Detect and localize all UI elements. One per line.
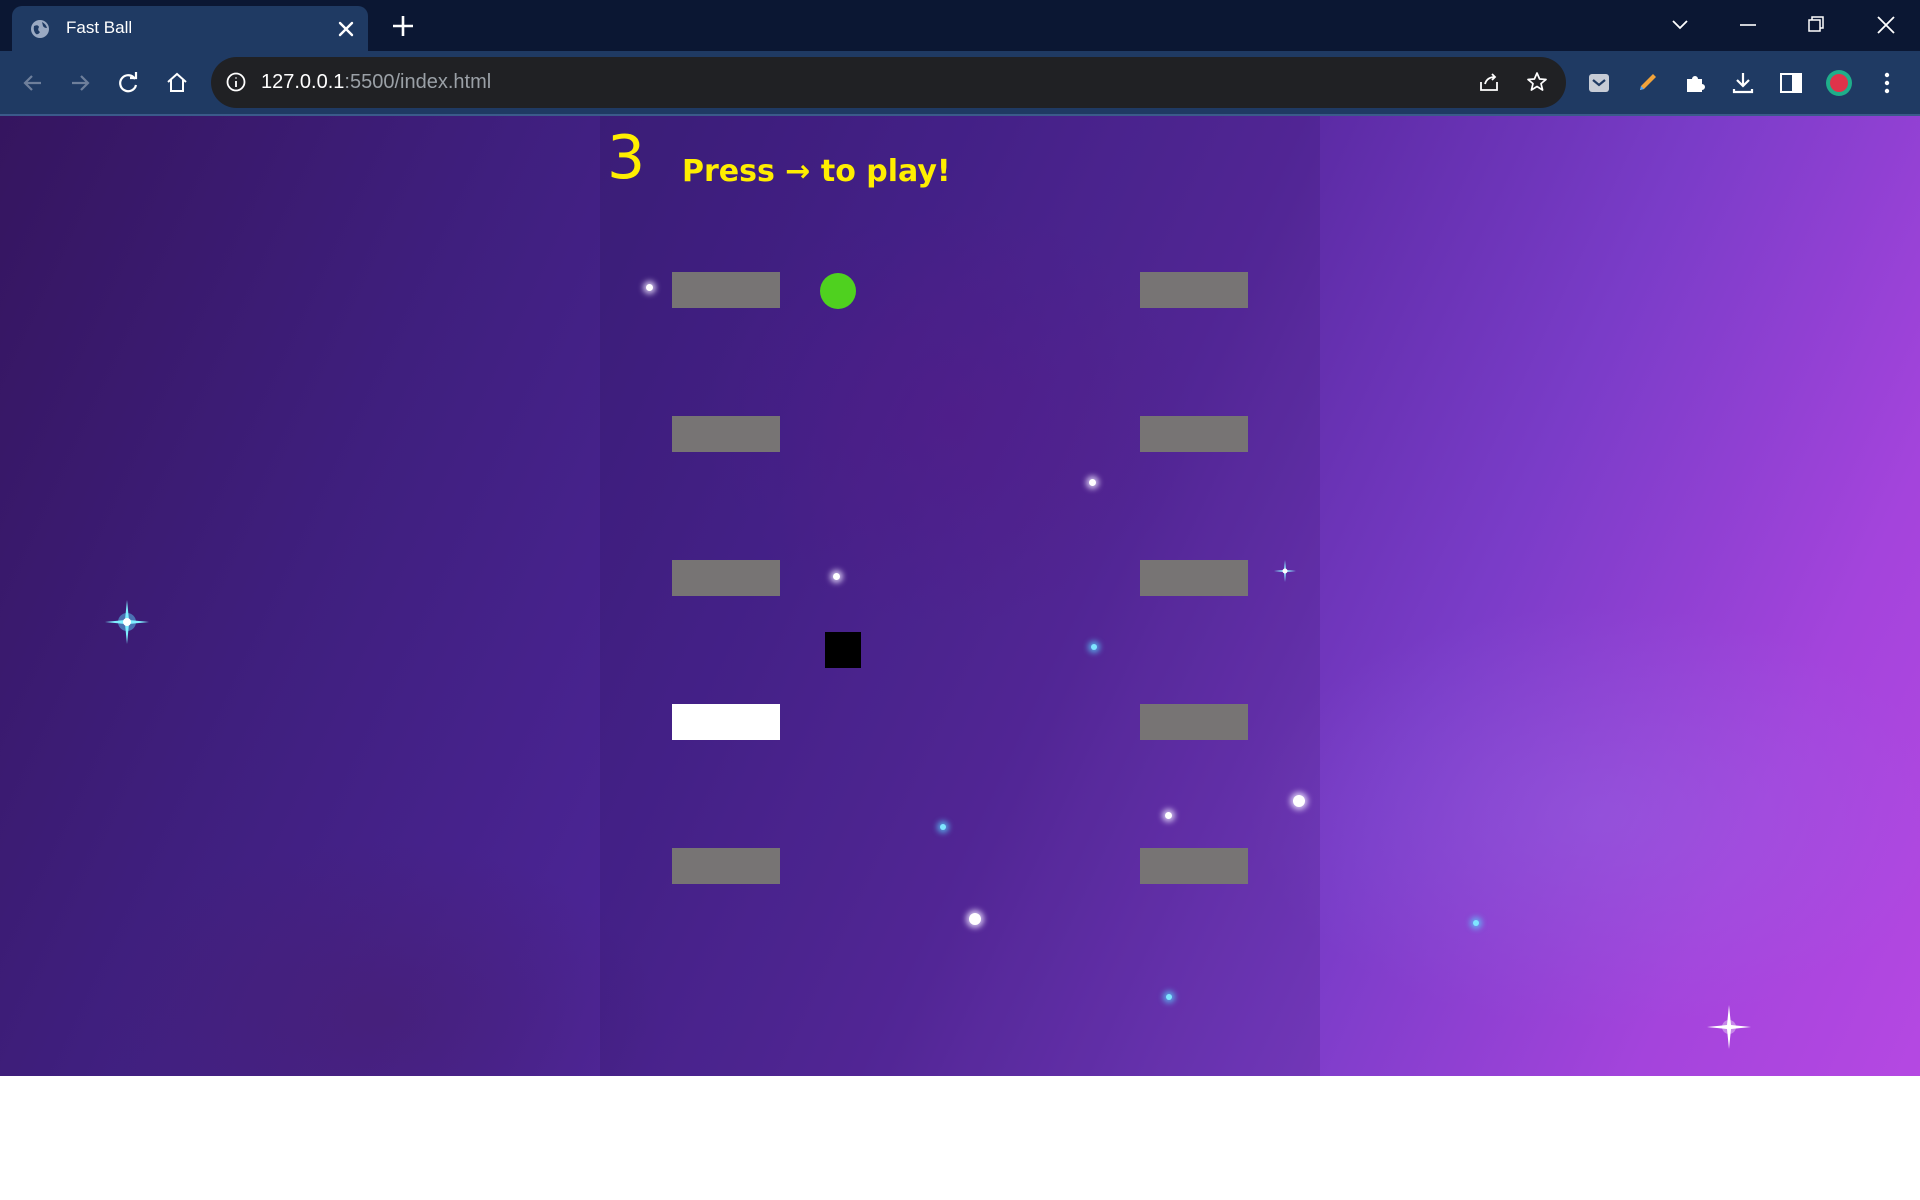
- download-icon[interactable]: [1729, 69, 1757, 97]
- globe-icon: [31, 20, 49, 38]
- reload-icon[interactable]: [114, 69, 142, 97]
- left-brick: [672, 272, 780, 308]
- puzzle-icon[interactable]: [1681, 69, 1709, 97]
- info-icon[interactable]: [225, 71, 247, 93]
- right-brick: [1140, 272, 1248, 308]
- sparkle-star: [1274, 560, 1296, 582]
- left-brick: [672, 560, 780, 596]
- right-brick: [1140, 560, 1248, 596]
- kebab-menu-icon[interactable]: [1873, 69, 1901, 97]
- left-brick: [672, 848, 780, 884]
- restore-icon[interactable]: [1801, 10, 1831, 40]
- chevron-down-icon[interactable]: [1665, 10, 1695, 40]
- left-brick-active: [672, 704, 780, 740]
- tab-title: Fast Ball: [66, 18, 133, 37]
- forward-icon[interactable]: [66, 69, 94, 97]
- close-icon[interactable]: [334, 17, 358, 41]
- star-icon[interactable]: [1525, 70, 1549, 94]
- sparkle-star: [105, 600, 149, 644]
- sparkle-star: [1707, 1005, 1751, 1049]
- ball: [820, 273, 856, 309]
- url-text[interactable]: 127.0.0.1:5500/index.html: [261, 71, 491, 94]
- profile-avatar[interactable]: [1825, 69, 1853, 97]
- window-close-icon[interactable]: [1871, 10, 1901, 40]
- star: [1293, 795, 1305, 807]
- player-block: [825, 632, 861, 668]
- address-bar[interactable]: 127.0.0.1:5500/index.html: [211, 57, 1566, 108]
- star: [969, 913, 981, 925]
- sidepanel-icon[interactable]: [1777, 69, 1805, 97]
- star: [833, 573, 840, 580]
- share-icon[interactable]: [1477, 70, 1501, 94]
- star: [1473, 920, 1479, 926]
- star: [1166, 994, 1172, 1000]
- star: [1091, 644, 1097, 650]
- score-counter: 3: [607, 123, 646, 193]
- plus-icon[interactable]: [390, 13, 416, 39]
- star: [940, 824, 946, 830]
- right-brick: [1140, 416, 1248, 452]
- game-stage: [600, 116, 1320, 1076]
- home-icon[interactable]: [163, 69, 191, 97]
- game-page: 3 Press → to play!: [0, 116, 1920, 1076]
- star: [1089, 479, 1096, 486]
- left-brick: [672, 416, 780, 452]
- pen-icon[interactable]: [1633, 69, 1661, 97]
- right-brick: [1140, 848, 1248, 884]
- pocket-icon[interactable]: [1585, 69, 1613, 97]
- right-brick: [1140, 704, 1248, 740]
- browser-tab[interactable]: Fast Ball: [12, 6, 368, 51]
- star: [1165, 812, 1172, 819]
- minimize-icon[interactable]: [1733, 10, 1763, 40]
- star: [646, 284, 653, 291]
- back-icon[interactable]: [19, 69, 47, 97]
- play-prompt: Press → to play!: [682, 154, 951, 189]
